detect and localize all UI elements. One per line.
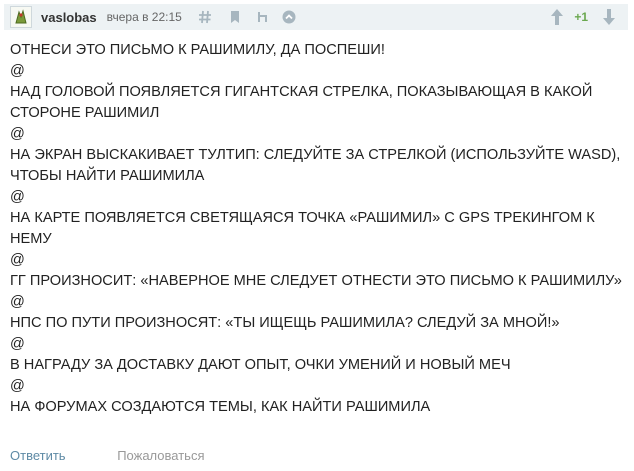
parent-link-icon[interactable] <box>254 8 272 26</box>
comment-author[interactable]: vaslobas <box>41 10 97 25</box>
comment-header: vaslobas вчера в 22:15 +1 <box>4 4 628 30</box>
comment-line: ОТНЕСИ ЭТО ПИСЬМО К РАШИМИЛУ, ДА ПОСПЕШИ… <box>10 42 385 58</box>
comment-line: @ <box>10 126 25 142</box>
comment-score: +1 <box>574 10 588 24</box>
bookmark-icon[interactable] <box>226 8 244 26</box>
comment-line: ГГ ПРОИЗНОСИТ: «НАВЕРНОЕ МНЕ СЛЕДУЕТ ОТН… <box>10 273 622 289</box>
avatar-icon <box>15 9 27 24</box>
comment-timestamp[interactable]: вчера в 22:15 <box>107 10 182 24</box>
reply-link[interactable]: Ответить <box>10 448 66 463</box>
comment-body: ОТНЕСИ ЭТО ПИСЬМО К РАШИМИЛУ, ДА ПОСПЕШИ… <box>10 40 625 418</box>
circle-up-icon[interactable] <box>280 8 298 26</box>
comment-line: НПС ПО ПУТИ ПРОИЗНОСЯТ: «ТЫ ИЩЕЩЬ РАШИМИ… <box>10 315 560 331</box>
comment-line: НА КАРТЕ ПОЯВЛЯЕТСЯ СВЕТЯЩАЯСЯ ТОЧКА «РА… <box>10 210 599 247</box>
avatar[interactable] <box>10 6 32 28</box>
comment: vaslobas вчера в 22:15 +1 ОТНЕСИ ЭТО ПИС… <box>0 0 634 471</box>
report-link[interactable]: Пожаловаться <box>117 448 204 463</box>
comment-line: @ <box>10 252 25 268</box>
comment-line: @ <box>10 189 25 205</box>
arrow-up-icon[interactable] <box>546 8 568 26</box>
comment-line: НА ЭКРАН ВЫСКАКИВАЕТ ТУЛТИП: СЛЕДУЙТЕ ЗА… <box>10 147 625 184</box>
comment-line: @ <box>10 294 25 310</box>
comment-line: @ <box>10 336 25 352</box>
comment-line: В НАГРАДУ ЗА ДОСТАВКУ ДАЮТ ОПЫТ, ОЧКИ УМ… <box>10 357 511 373</box>
hash-icon[interactable] <box>196 8 214 26</box>
comment-footer: Ответить Пожаловаться <box>10 448 205 463</box>
comment-line: НАД ГОЛОВОЙ ПОЯВЛЯЕТСЯ ГИГАНТСКАЯ СТРЕЛК… <box>10 84 597 121</box>
comment-line: НА ФОРУМАХ СОЗДАЮТСЯ ТЕМЫ, КАК НАЙТИ РАШ… <box>10 399 431 415</box>
arrow-down-icon[interactable] <box>598 8 620 26</box>
comment-line: @ <box>10 63 25 79</box>
comment-line: @ <box>10 378 25 394</box>
